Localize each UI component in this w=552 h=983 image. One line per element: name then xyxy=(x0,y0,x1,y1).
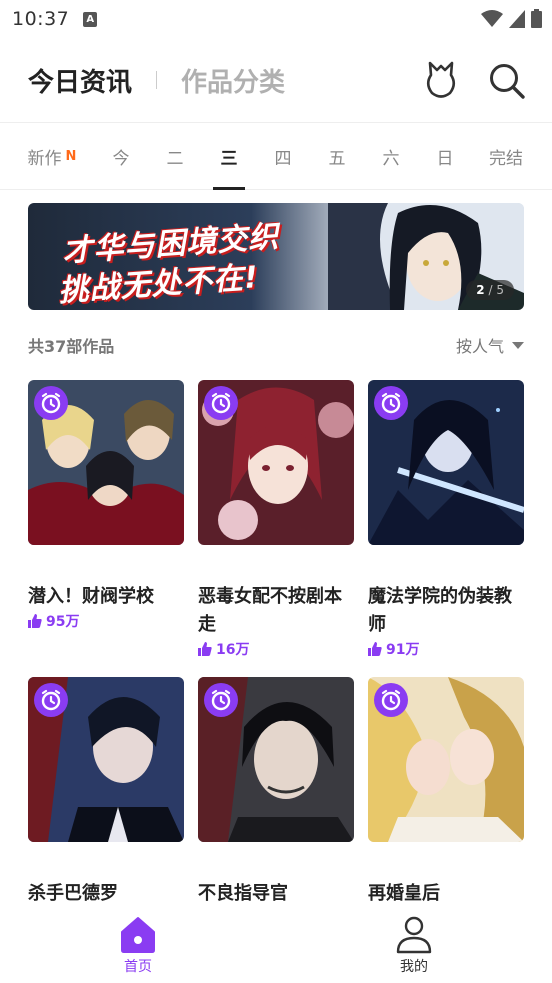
banner-current-page: 2 xyxy=(476,283,485,297)
sort-label: 按人气 xyxy=(455,337,504,356)
tab-categories[interactable]: 作品分类 xyxy=(181,62,285,99)
comic-cover xyxy=(368,380,524,545)
status-time: 10:37 xyxy=(12,8,70,30)
works-count: 共37部作品 xyxy=(28,337,115,356)
comic-likes: 95万 xyxy=(28,611,184,631)
comic-cover xyxy=(368,677,524,842)
comic-cover xyxy=(28,677,184,842)
tab-today[interactable]: 今 xyxy=(98,123,144,190)
badge-icon[interactable] xyxy=(422,60,460,100)
tab-label: 三 xyxy=(220,149,238,169)
comic-cover xyxy=(198,677,354,842)
comic-cover xyxy=(198,380,354,545)
bottom-nav: 首页 我的 xyxy=(0,906,552,983)
signal-icon xyxy=(509,9,525,28)
tab-sunday[interactable]: 日 xyxy=(422,123,468,190)
tab-label: 二 xyxy=(166,149,184,169)
update-clock-icon xyxy=(374,683,408,717)
sort-dropdown[interactable]: 按人气 xyxy=(456,333,524,357)
tab-label: 日 xyxy=(436,149,454,169)
tab-thursday[interactable]: 四 xyxy=(260,123,306,190)
active-tab-indicator xyxy=(213,187,245,190)
comic-card[interactable]: 再婚皇后 xyxy=(368,677,524,908)
comic-likes: 91万 xyxy=(368,639,524,659)
status-indicators xyxy=(481,9,542,28)
likes-count: 91万 xyxy=(386,642,420,658)
comic-title: 潜入！财阀学校 xyxy=(28,586,154,607)
comic-card[interactable]: 潜入！财阀学校 95万 xyxy=(28,380,184,631)
chevron-down-icon xyxy=(512,341,524,349)
promo-banner[interactable]: 才华与困境交织 挑战无处不在! 2 / 5 xyxy=(28,203,524,310)
tab-completed[interactable]: 完结 xyxy=(476,123,536,190)
update-clock-icon xyxy=(204,386,238,420)
tab-saturday[interactable]: 六 xyxy=(368,123,414,190)
comic-card[interactable]: 恶毒女配不按剧本走 16万 xyxy=(198,380,354,659)
home-icon xyxy=(121,917,155,953)
tab-label: 新作 xyxy=(27,149,62,169)
comic-card[interactable]: 不良指导官 xyxy=(198,677,354,908)
banner-separator: / xyxy=(488,283,493,297)
comic-title: 杀手巴德罗 xyxy=(28,883,118,904)
search-icon[interactable] xyxy=(488,62,526,100)
thumbs-up-icon xyxy=(368,642,382,656)
banner-page-indicator: 2 / 5 xyxy=(466,280,514,300)
new-badge: N xyxy=(65,149,77,164)
update-clock-icon xyxy=(374,386,408,420)
nav-home[interactable]: 首页 xyxy=(98,914,178,976)
comic-card[interactable]: 魔法学院的伪装教师 91万 xyxy=(368,380,524,659)
update-clock-icon xyxy=(34,683,68,717)
user-icon xyxy=(396,916,432,954)
comic-card[interactable]: 杀手巴德罗 xyxy=(28,677,184,908)
comic-title: 不良指导官 xyxy=(198,883,288,904)
nav-mine[interactable]: 我的 xyxy=(374,914,454,976)
nav-mine-label: 我的 xyxy=(400,959,428,975)
tab-today-news[interactable]: 今日资讯 xyxy=(28,62,132,99)
comic-title: 再婚皇后 xyxy=(368,883,440,904)
thumbs-up-icon xyxy=(198,642,212,656)
tab-friday[interactable]: 五 xyxy=(314,123,360,190)
list-meta: 共37部作品 按人气 xyxy=(28,334,524,356)
status-bar: 10:37 A xyxy=(0,0,552,38)
tab-tuesday[interactable]: 二 xyxy=(152,123,198,190)
comic-likes: 16万 xyxy=(198,639,354,659)
wifi-icon xyxy=(481,9,503,27)
tab-label: 六 xyxy=(382,149,400,169)
tab-label: 四 xyxy=(274,149,292,169)
tab-new[interactable]: 新作 N xyxy=(18,123,86,190)
comic-title: 魔法学院的伪装教师 xyxy=(368,586,512,635)
tab-label: 今 xyxy=(112,149,130,169)
update-clock-icon xyxy=(204,683,238,717)
header-divider xyxy=(156,71,158,89)
tab-wednesday[interactable]: 三 xyxy=(206,123,252,190)
notification-icon: A xyxy=(83,11,98,27)
tab-label: 五 xyxy=(328,149,346,169)
battery-icon xyxy=(531,9,542,28)
top-header: 今日资讯 作品分类 xyxy=(0,38,552,122)
comic-cover xyxy=(28,380,184,545)
likes-count: 16万 xyxy=(216,642,250,658)
nav-home-label: 首页 xyxy=(124,959,152,975)
update-clock-icon xyxy=(34,386,68,420)
banner-total-pages: 5 xyxy=(496,283,504,297)
thumbs-up-icon xyxy=(28,614,42,628)
tab-label: 完结 xyxy=(489,149,523,169)
weekday-tabs: 新作 N 今 二 三 四 五 六 日 完结 xyxy=(0,122,552,190)
comic-title: 恶毒女配不按剧本走 xyxy=(198,586,342,635)
likes-count: 95万 xyxy=(46,614,80,630)
